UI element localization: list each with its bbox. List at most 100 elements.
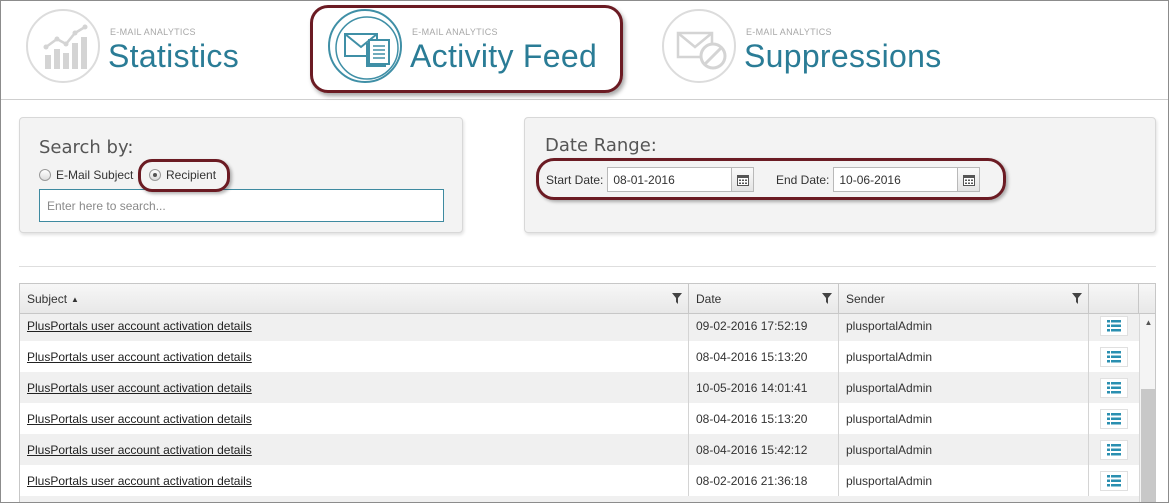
cell-sender: plusportalAdmin [839,403,1089,434]
cell-date: 10-05-2016 14:01:41 [689,372,839,403]
subject-link[interactable]: PlusPortals user account activation deta… [27,412,252,426]
view-details-button[interactable] [1100,408,1128,429]
list-icon [1107,319,1121,331]
cell-sender: plusportalAdmin [839,314,1089,341]
cell-subject: PlusPortals user account activation deta… [20,341,689,372]
subject-link[interactable]: PlusPortals user account activation deta… [27,381,252,395]
radio-email-subject-label: E-Mail Subject [56,168,134,182]
list-icon [1107,350,1121,362]
cell-action [1089,465,1139,496]
start-date-field: Start Date: [546,167,755,192]
tab-statistics[interactable]: E-MAIL ANALYTICS Statistics [26,7,256,89]
cell-date: 08-04-2016 15:42:12 [689,434,839,465]
tab-activity-feed-label: Activity Feed [410,38,598,74]
cell-action [1089,403,1139,434]
list-icon [1107,412,1121,424]
envelope-document-icon [328,9,402,83]
calendar-icon [962,174,975,186]
search-panel: Search by: E-Mail Subject Recipient [19,117,463,233]
start-date-input[interactable] [607,167,733,192]
subject-link[interactable]: PlusPortals user account activation deta… [27,443,252,457]
column-header-date[interactable]: Date [689,284,839,314]
cell-date: 08-02-2016 21:36:18 [689,465,839,496]
envelope-blocked-icon [662,9,736,83]
cell-date: 08-04-2016 15:13:20 [689,403,839,434]
scroll-up-arrow-icon[interactable]: ▲ [1140,314,1155,331]
cell-action [1089,434,1139,465]
column-header-scroll-spacer [1139,284,1155,314]
end-date-field: End Date: [776,167,981,192]
grid-scrollbar[interactable]: ▲ [1139,314,1155,502]
activity-grid: Subject ▲ Date Sender PlusPortals user a… [19,283,1156,502]
cell-sender: plusportalAdmin [839,341,1089,372]
column-header-sender-label: Sender [846,292,885,306]
sort-ascending-icon: ▲ [71,294,79,304]
email-analytics-window: E-MAIL ANALYTICS Statistics E-MAIL ANALY… [0,0,1169,503]
analytics-tabs: E-MAIL ANALYTICS Statistics E-MAIL ANALY… [1,1,1168,100]
tab-statistics-caption: E-MAIL ANALYTICS [110,27,196,37]
cell-action [1089,314,1139,341]
end-date-label: End Date: [776,172,830,187]
column-header-subject-label: Subject [27,292,68,306]
cell-date: 09-02-2016 17:52:19 [689,314,839,341]
radio-recipient-indicator[interactable] [149,169,161,181]
tab-activity-feed-caption: E-MAIL ANALYTICS [412,27,498,37]
subject-link[interactable]: PlusPortals user account activation deta… [27,474,252,488]
list-icon [1107,474,1121,486]
filter-icon[interactable] [822,293,832,304]
cell-subject: PlusPortals user account activation deta… [20,372,689,403]
tab-suppressions[interactable]: E-MAIL ANALYTICS Suppressions [662,7,962,89]
tab-activity-feed[interactable]: E-MAIL ANALYTICS Activity Feed [328,7,628,89]
start-date-label: Start Date: [546,172,604,187]
list-icon [1107,381,1121,393]
cell-sender: plusportalAdmin [839,434,1089,465]
subject-link[interactable]: PlusPortals user account activation deta… [27,350,252,364]
cell-action [1089,372,1139,403]
filter-icon[interactable] [1072,293,1082,304]
table-row: PlusPortals user account activation deta… [20,314,1139,341]
cell-action [1089,341,1139,372]
table-row: PlusPortals user account activation deta… [20,403,1139,434]
list-icon [1107,443,1121,455]
date-range-title: Date Range: [545,135,657,156]
cell-sender: plusportalAdmin [839,372,1089,403]
view-details-button[interactable] [1100,377,1128,398]
table-row: PlusPortals user account activation deta… [20,465,1139,496]
bar-chart-icon [26,9,100,83]
tab-statistics-label: Statistics [108,38,240,74]
view-details-button[interactable] [1100,439,1128,460]
radio-email-subject[interactable]: E-Mail Subject [39,168,133,182]
end-date-input[interactable] [833,167,959,192]
tab-suppressions-label: Suppressions [744,38,942,74]
radio-email-subject-indicator[interactable] [39,169,51,181]
search-input[interactable] [39,189,444,222]
scroll-thumb[interactable] [1141,389,1155,502]
cell-date: 08-04-2016 15:13:20 [689,341,839,372]
section-divider [19,266,1156,267]
date-range-panel: Date Range: Start Date: End Date: [524,117,1156,233]
subject-link[interactable]: PlusPortals user account activation deta… [27,319,252,333]
filter-icon[interactable] [672,293,682,304]
cell-sender: plusportalAdmin [839,465,1089,496]
view-details-button[interactable] [1100,470,1128,491]
tab-suppressions-caption: E-MAIL ANALYTICS [746,27,832,37]
view-details-button[interactable] [1100,315,1128,336]
table-row: PlusPortals user account activation deta… [20,372,1139,403]
calendar-icon [736,174,749,186]
radio-recipient[interactable]: Recipient [149,168,216,182]
cell-subject: PlusPortals user account activation deta… [20,465,689,496]
cell-subject: PlusPortals user account activation deta… [20,403,689,434]
cell-subject: PlusPortals user account activation deta… [20,314,689,341]
grid-header: Subject ▲ Date Sender [20,284,1155,314]
table-row: PlusPortals user account activation deta… [20,434,1139,465]
table-row: PlusPortals user account activation deta… [20,341,1139,372]
column-header-subject[interactable]: Subject ▲ [20,284,689,314]
view-details-button[interactable] [1100,346,1128,367]
column-header-actions [1089,284,1139,314]
start-date-calendar-button[interactable] [732,167,755,192]
column-header-date-label: Date [696,292,722,306]
column-header-sender[interactable]: Sender [839,284,1089,314]
radio-recipient-label: Recipient [166,168,217,182]
end-date-calendar-button[interactable] [958,167,981,192]
table-row [20,496,1139,502]
